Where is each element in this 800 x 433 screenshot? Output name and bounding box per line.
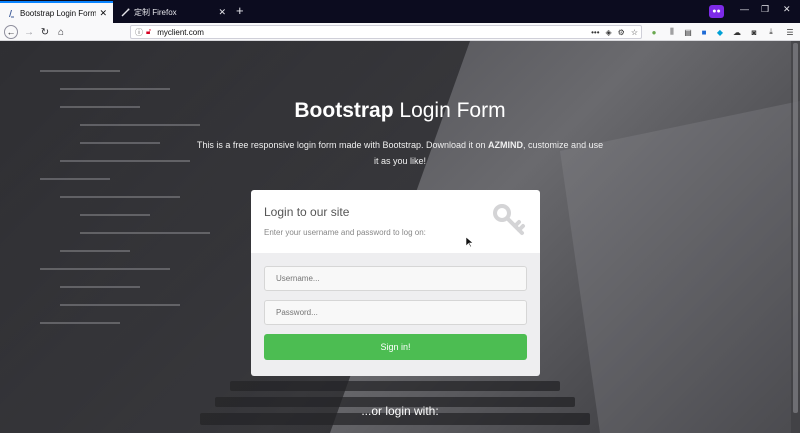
tab-title: Bootstrap Login Form Temp	[20, 8, 97, 18]
address-bar[interactable]: ⓘ 🔓︎ myclient.com ••• ◈ ⚙ ☆	[130, 25, 642, 39]
page-actions-icon[interactable]: •••	[591, 28, 599, 37]
alt-login-heading: ...or login with:	[361, 404, 439, 418]
forward-button[interactable]: →	[22, 25, 36, 39]
addon-green-icon[interactable]: ●	[648, 26, 660, 38]
page-viewport: Bootstrap Login Form This is a free resp…	[0, 41, 800, 433]
minimize-icon[interactable]: —	[740, 4, 749, 14]
login-heading: Login to our site	[264, 205, 350, 219]
addon-blue-icon[interactable]: ■	[698, 26, 710, 38]
url-text[interactable]: myclient.com	[157, 28, 588, 37]
login-card: Login to our site Enter your username an…	[251, 190, 540, 376]
addon-cyan-icon[interactable]: ◆	[714, 26, 726, 38]
username-input[interactable]	[264, 266, 527, 291]
reload-button[interactable]: ↻	[38, 25, 52, 39]
close-tab-icon[interactable]: ✕	[218, 7, 226, 18]
password-input[interactable]	[264, 300, 527, 325]
addon-cloud-icon[interactable]: ☁	[731, 26, 743, 38]
menu-icon[interactable]: ☰	[784, 26, 796, 38]
back-button[interactable]: ←	[4, 25, 18, 39]
mouse-cursor-icon	[466, 237, 474, 247]
addon-chat-icon[interactable]: ◙	[748, 26, 760, 38]
tab-customize-firefox[interactable]: 定制 Firefox ✕	[114, 2, 232, 23]
home-button[interactable]: ⌂	[54, 25, 68, 39]
pocket-icon[interactable]: ◈	[606, 28, 612, 37]
tab-bar: Bootstrap Login Form Temp ✕ 定制 Firefox ✕…	[0, 0, 800, 23]
azmind-link[interactable]: AZMIND	[488, 140, 523, 150]
brush-icon	[120, 8, 130, 18]
new-tab-button[interactable]: +	[236, 4, 244, 18]
insecure-lock-icon[interactable]: 🔓︎	[146, 27, 151, 37]
tab-login-form[interactable]: Bootstrap Login Form Temp ✕	[0, 1, 113, 23]
restore-icon[interactable]: ❐	[761, 4, 769, 15]
library-icon[interactable]: ⫼	[666, 26, 678, 38]
page-scrollbar[interactable]	[791, 41, 800, 433]
nav-toolbar: ← → ↻ ⌂ ⓘ 🔓︎ myclient.com ••• ◈ ⚙ ☆ ● ⫼ …	[0, 23, 800, 41]
login-card-header: Login to our site Enter your username an…	[251, 190, 540, 253]
extension-icon[interactable]: ⚙	[618, 28, 625, 37]
login-form: Sign in!	[251, 253, 540, 376]
scrollbar-thumb[interactable]	[793, 43, 798, 413]
bookmark-star-icon[interactable]: ☆	[631, 28, 638, 37]
download-icon[interactable]: ⤓	[765, 26, 777, 38]
close-tab-icon[interactable]: ✕	[99, 8, 107, 19]
page-description: This is a free responsive login form mad…	[196, 140, 604, 166]
key-icon	[493, 204, 525, 235]
sidebar-icon[interactable]: ▤	[682, 26, 694, 38]
page-title: Bootstrap Login Form	[294, 99, 506, 122]
tab-title: 定制 Firefox	[134, 8, 177, 17]
page-favicon-icon	[6, 8, 16, 18]
sign-in-button[interactable]: Sign in!	[264, 334, 527, 360]
login-subtext: Enter your username and password to log …	[264, 228, 426, 237]
info-icon[interactable]: ⓘ	[135, 27, 143, 38]
close-window-icon[interactable]: ✕	[783, 4, 791, 15]
private-browsing-icon[interactable]: ●●	[709, 5, 724, 18]
